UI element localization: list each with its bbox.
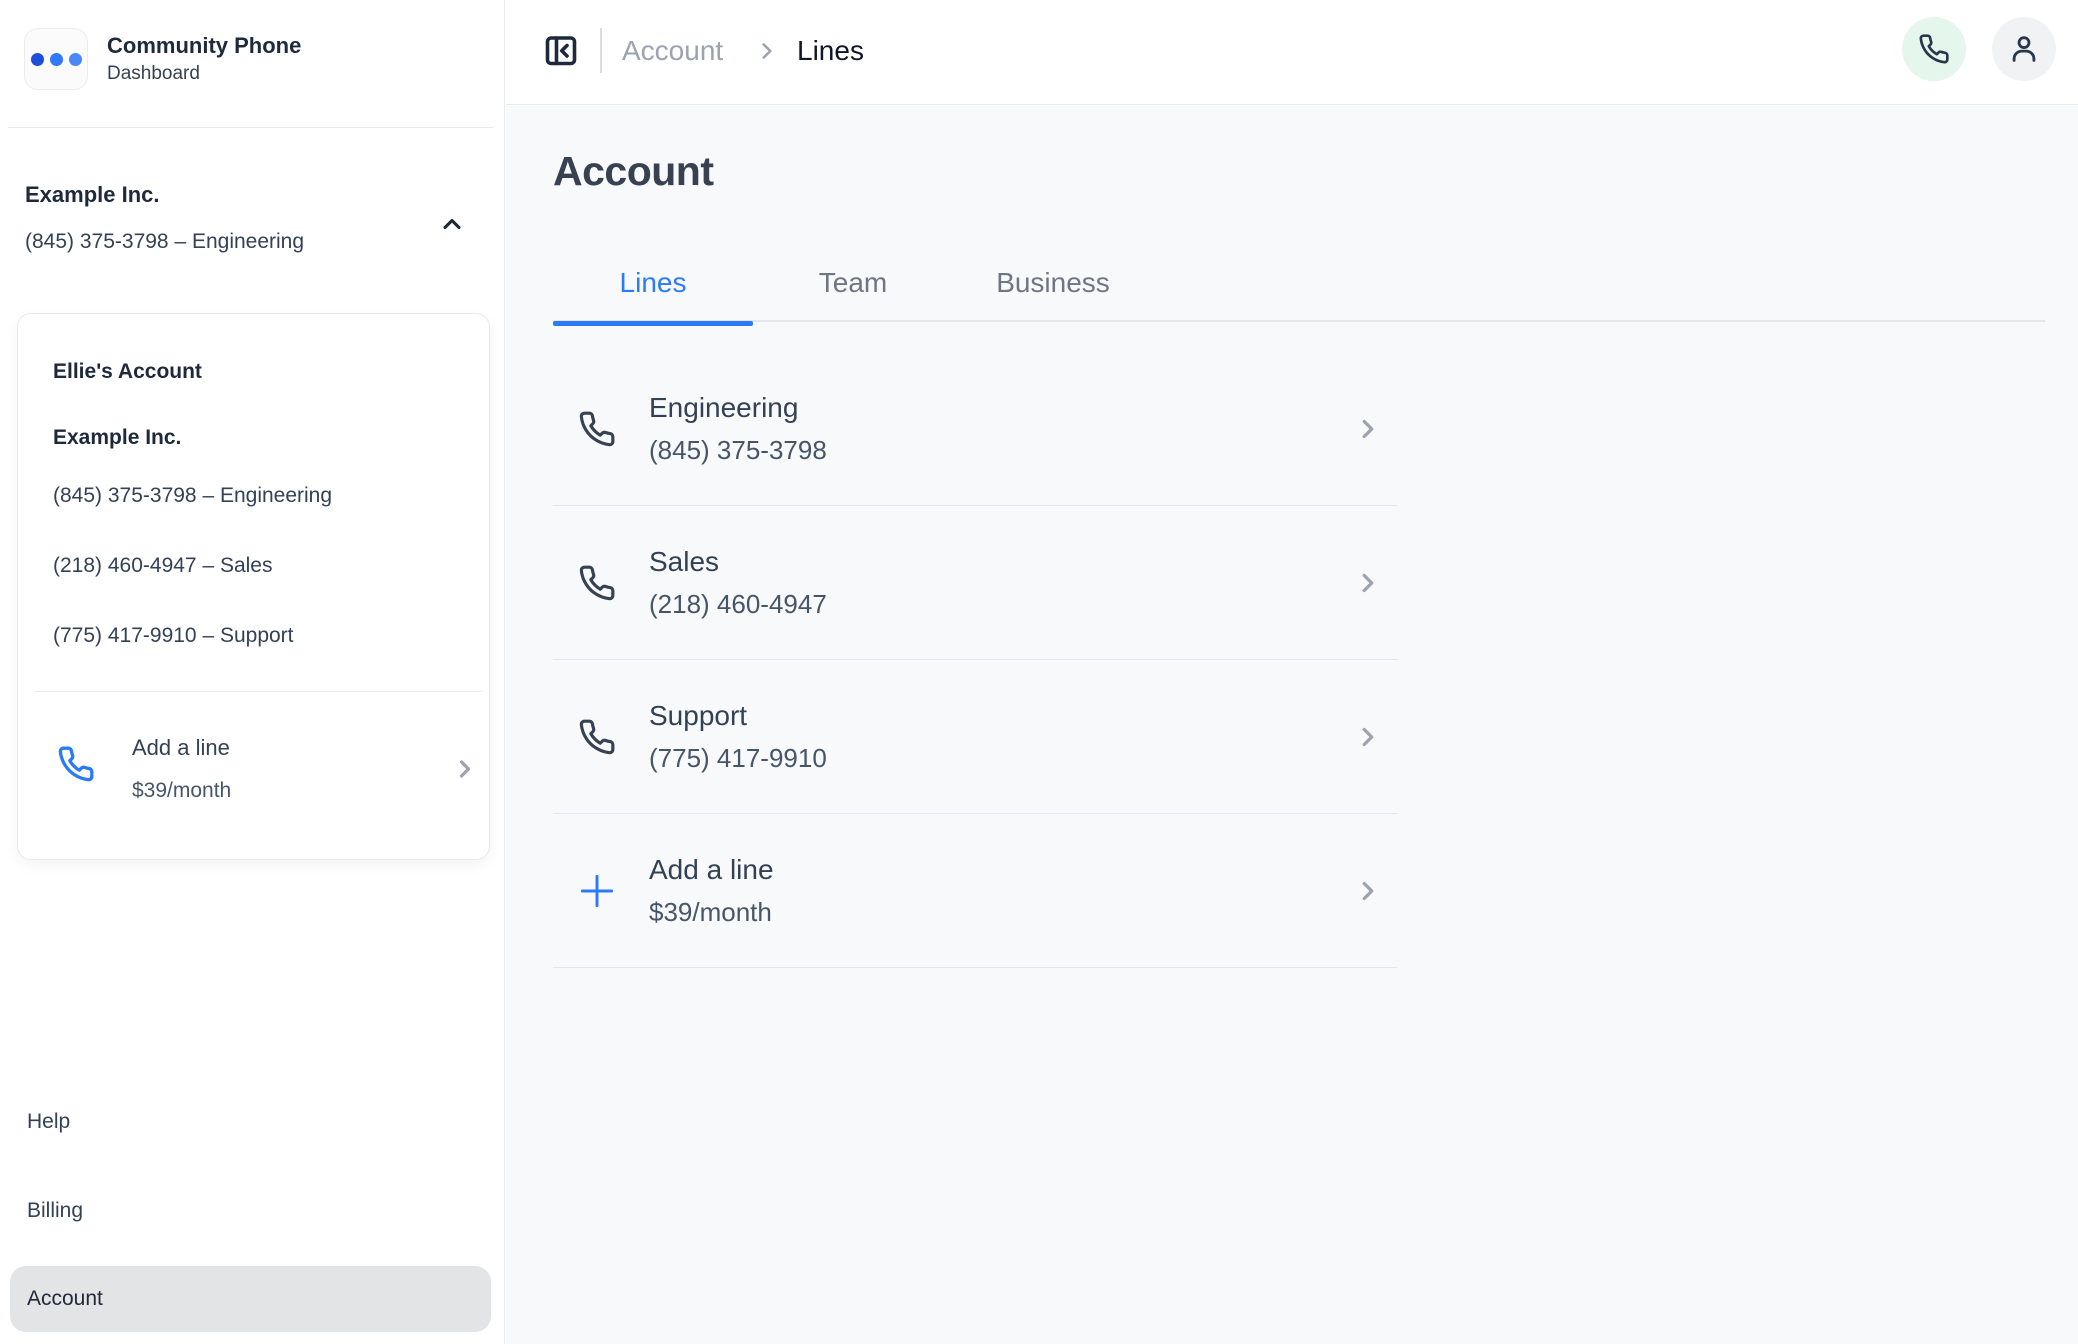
phone-icon bbox=[1918, 33, 1950, 65]
sidebar-item-account-label: Account bbox=[27, 1287, 103, 1311]
brand: Community Phone Dashboard bbox=[24, 28, 301, 90]
sidebar-collapse-icon[interactable] bbox=[543, 32, 583, 72]
line-row-support[interactable]: Support (775) 417-9910 bbox=[553, 660, 1397, 814]
org-switcher[interactable]: Example Inc. (845) 375-3798 – Engineerin… bbox=[0, 168, 505, 278]
line-row-engineering[interactable]: Engineering (845) 375-3798 bbox=[553, 352, 1397, 506]
tab-lines[interactable]: Lines bbox=[553, 245, 753, 321]
sidebar-item-billing[interactable]: Billing bbox=[27, 1199, 83, 1223]
line-name: Engineering bbox=[649, 392, 827, 424]
account-line-option[interactable]: (775) 417-9910 – Support bbox=[53, 624, 294, 648]
line-number: (775) 417-9910 bbox=[649, 743, 827, 774]
phone-icon bbox=[57, 745, 95, 783]
breadcrumb-separator bbox=[600, 28, 602, 73]
main-area: Account Lines Account Lines Team Bu bbox=[506, 0, 2078, 1344]
user-icon bbox=[2007, 32, 2041, 66]
account-owner: Ellie's Account bbox=[53, 360, 202, 384]
sidebar-item-account[interactable]: Account bbox=[10, 1266, 491, 1332]
topbar: Account Lines bbox=[506, 0, 2078, 105]
chevron-right-icon bbox=[1353, 876, 1383, 906]
app-window: Community Phone Dashboard Example Inc. (… bbox=[0, 0, 2078, 1344]
tab-bar-divider bbox=[553, 320, 2045, 322]
sidebar-item-help[interactable]: Help bbox=[27, 1110, 70, 1134]
account-company: Example Inc. bbox=[53, 426, 181, 450]
add-line-price: $39/month bbox=[649, 897, 774, 928]
add-line-label: Add a line bbox=[132, 735, 230, 761]
line-list: Engineering (845) 375-3798 Sales (218) 4… bbox=[553, 352, 1397, 968]
plus-icon bbox=[575, 868, 619, 914]
sidebar: Community Phone Dashboard Example Inc. (… bbox=[0, 0, 505, 1344]
account-switcher-card: Ellie's Account Example Inc. (845) 375-3… bbox=[17, 313, 490, 860]
page-title: Account bbox=[553, 148, 714, 195]
breadcrumb-current: Lines bbox=[797, 35, 864, 67]
chevron-right-icon bbox=[754, 38, 780, 64]
add-line-label: Add a line bbox=[649, 854, 774, 886]
line-name: Sales bbox=[649, 546, 827, 578]
chevron-right-icon bbox=[1353, 414, 1383, 444]
sidebar-divider bbox=[8, 127, 493, 128]
line-name: Support bbox=[649, 700, 827, 732]
tab-bar: Lines Team Business bbox=[553, 245, 1153, 321]
topbar-actions bbox=[1902, 17, 2056, 81]
line-row-sales[interactable]: Sales (218) 460-4947 bbox=[553, 506, 1397, 660]
tab-business[interactable]: Business bbox=[953, 245, 1153, 321]
chevron-up-icon bbox=[438, 210, 466, 238]
line-number: (218) 460-4947 bbox=[649, 589, 827, 620]
phone-icon bbox=[575, 410, 619, 448]
content: Account Lines Team Business Engineering … bbox=[506, 106, 2078, 1344]
profile-button[interactable] bbox=[1992, 17, 2056, 81]
chevron-right-icon bbox=[1353, 568, 1383, 598]
chevron-right-icon bbox=[1353, 722, 1383, 752]
brand-title: Community Phone bbox=[107, 33, 301, 59]
line-number: (845) 375-3798 bbox=[649, 435, 827, 466]
card-divider bbox=[35, 691, 482, 692]
add-line-price: $39/month bbox=[132, 779, 231, 803]
phone-icon bbox=[575, 564, 619, 602]
sidebar-add-line-button[interactable]: Add a line $39/month bbox=[18, 709, 491, 829]
add-line-row[interactable]: Add a line $39/month bbox=[553, 814, 1397, 968]
breadcrumb-parent[interactable]: Account bbox=[622, 35, 723, 67]
org-current-line: (845) 375-3798 – Engineering bbox=[25, 230, 304, 254]
tab-team[interactable]: Team bbox=[753, 245, 953, 321]
brand-subtitle: Dashboard bbox=[107, 63, 301, 85]
call-button[interactable] bbox=[1902, 17, 1966, 81]
chevron-right-icon bbox=[451, 755, 479, 783]
account-line-option[interactable]: (218) 460-4947 – Sales bbox=[53, 554, 273, 578]
phone-icon bbox=[575, 718, 619, 756]
community-phone-logo-icon bbox=[24, 28, 88, 90]
account-line-option[interactable]: (845) 375-3798 – Engineering bbox=[53, 484, 332, 508]
org-name: Example Inc. bbox=[25, 182, 160, 208]
